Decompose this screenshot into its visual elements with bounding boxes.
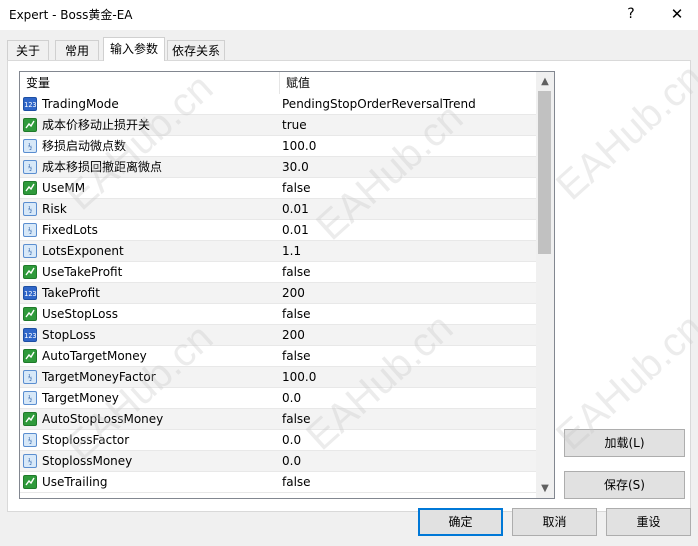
int-icon: 123 <box>23 328 37 342</box>
scroll-thumb[interactable] <box>538 91 551 254</box>
parameter-name: 移损启动微点数 <box>42 139 127 153</box>
bool-icon <box>23 307 37 321</box>
parameter-name: UseTrailing <box>42 475 108 489</box>
table-row[interactable]: UseStopLoss false <box>20 304 536 325</box>
double-icon: ½ <box>23 139 37 153</box>
parameter-value[interactable]: false <box>282 346 311 366</box>
table-row[interactable]: ½ StoplossMoney 0.0 <box>20 451 536 472</box>
parameter-value[interactable]: 0.0 <box>282 451 301 471</box>
bool-icon <box>23 412 37 426</box>
double-icon: ½ <box>23 433 37 447</box>
table-row[interactable]: ½ 移损启动微点数 100.0 <box>20 136 536 157</box>
double-icon: ½ <box>23 160 37 174</box>
table-row[interactable]: AutoStopLossMoney false <box>20 409 536 430</box>
table-row[interactable]: 123 TradingMode PendingStopOrderReversalTr… <box>20 94 536 115</box>
table-row[interactable]: ½ TargetMoney 0.0 <box>20 388 536 409</box>
parameter-name: TargetMoneyFactor <box>42 370 156 384</box>
parameter-value[interactable]: 1.1 <box>282 241 301 261</box>
parameter-value[interactable]: 30.0 <box>282 157 309 177</box>
window-title: Expert - Boss黄金-EA <box>9 8 133 22</box>
int-icon: 123 <box>23 97 37 111</box>
table-row[interactable]: ½ Risk 0.01 <box>20 199 536 220</box>
bool-icon <box>23 181 37 195</box>
parameter-name: UseTakeProfit <box>42 265 123 279</box>
bool-icon <box>23 349 37 363</box>
tab-inputs[interactable]: 输入参数 <box>103 37 165 61</box>
parameter-value[interactable]: 200 <box>282 283 305 303</box>
table-row[interactable]: ½ LotsExponent 1.1 <box>20 241 536 262</box>
cancel-button[interactable]: 取消 <box>512 508 597 536</box>
title-bar: Expert - Boss黄金-EA ? ✕ <box>0 0 698 30</box>
double-icon: ½ <box>23 202 37 216</box>
parameter-value[interactable]: 100.0 <box>282 136 316 156</box>
parameter-value[interactable]: true <box>282 115 307 135</box>
scroll-down-arrow-icon[interactable]: ▼ <box>536 480 554 498</box>
table-row[interactable]: UseMM false <box>20 178 536 199</box>
tab-dependencies[interactable]: 依存关系 <box>167 40 225 60</box>
table-row[interactable]: ½ FixedLots 0.01 <box>20 220 536 241</box>
parameter-value[interactable]: 0.01 <box>282 220 309 240</box>
parameter-value[interactable]: 200 <box>282 325 305 345</box>
bool-icon <box>23 118 37 132</box>
parameter-name: StopLoss <box>42 328 96 342</box>
parameter-name: StoplossMoney <box>42 454 133 468</box>
parameter-name: FixedLots <box>42 223 98 237</box>
double-icon: ½ <box>23 454 37 468</box>
parameter-value[interactable]: 0.01 <box>282 199 309 219</box>
parameter-name: LotsExponent <box>42 244 124 258</box>
parameter-value[interactable]: false <box>282 409 311 429</box>
bool-icon <box>23 475 37 489</box>
reset-button[interactable]: 重设 <box>606 508 691 536</box>
tab-about[interactable]: 关于 <box>7 40 49 60</box>
close-button[interactable]: ✕ <box>664 3 690 25</box>
table-row[interactable]: AutoTargetMoney false <box>20 346 536 367</box>
scroll-up-arrow-icon[interactable]: ▲ <box>536 73 554 91</box>
parameter-name: AutoTargetMoney <box>42 349 147 363</box>
save-button[interactable]: 保存(S) <box>564 471 685 499</box>
table-row[interactable]: UseTakeProfit false <box>20 262 536 283</box>
parameter-value[interactable]: false <box>282 262 311 282</box>
column-header-value[interactable]: 赋值 <box>280 72 536 94</box>
tab-common[interactable]: 常用 <box>55 40 99 60</box>
parameter-value[interactable]: 100.0 <box>282 367 316 387</box>
parameter-name: 成本价移动止损开关 <box>42 118 151 132</box>
table-row[interactable]: 123 StopLoss 200 <box>20 325 536 346</box>
parameter-value[interactable]: PendingStopOrderReversalTrend <box>282 94 476 114</box>
parameter-value[interactable]: 0.0 <box>282 388 301 408</box>
parameter-name: UseMM <box>42 181 86 195</box>
table-row[interactable]: 成本价移动止损开关 true <box>20 115 536 136</box>
int-icon: 123 <box>23 286 37 300</box>
bool-icon <box>23 265 37 279</box>
table-row[interactable]: UseTrailing false <box>20 472 536 493</box>
grid-header: 变量 赋值 <box>20 72 536 94</box>
parameter-name: AutoStopLossMoney <box>42 412 164 426</box>
help-button[interactable]: ? <box>618 3 644 25</box>
parameter-name: StoplossFactor <box>42 433 130 447</box>
table-row[interactable]: ½ TargetMoneyFactor 100.0 <box>20 367 536 388</box>
double-icon: ½ <box>23 370 37 384</box>
ok-button[interactable]: 确定 <box>418 508 503 536</box>
parameter-value[interactable]: false <box>282 304 311 324</box>
parameter-name: TargetMoney <box>42 391 119 405</box>
parameter-name: UseStopLoss <box>42 307 119 321</box>
table-row[interactable]: 123 TakeProfit 200 <box>20 283 536 304</box>
load-button[interactable]: 加载(L) <box>564 429 685 457</box>
table-row[interactable]: ½ 成本移损回撤距离微点 30.0 <box>20 157 536 178</box>
parameter-name: Risk <box>42 202 67 216</box>
double-icon: ½ <box>23 223 37 237</box>
vertical-scrollbar[interactable]: ▲ ▼ <box>536 72 554 498</box>
parameter-value[interactable]: 0.0 <box>282 430 301 450</box>
double-icon: ½ <box>23 244 37 258</box>
column-header-variable[interactable]: 变量 <box>20 72 280 94</box>
parameters-grid: 变量 赋值 123 TradingMode PendingStopOrderReve… <box>19 71 555 499</box>
parameter-name: TakeProfit <box>42 286 100 300</box>
parameter-value[interactable]: false <box>282 472 311 492</box>
parameter-value[interactable]: false <box>282 178 311 198</box>
table-row[interactable]: ½ StoplossFactor 0.0 <box>20 430 536 451</box>
parameter-name: TradingMode <box>42 97 119 111</box>
parameter-name: 成本移损回撤距离微点 <box>42 160 163 174</box>
parameter-rows: 123 TradingMode PendingStopOrderReversalTr… <box>20 94 536 493</box>
double-icon: ½ <box>23 391 37 405</box>
